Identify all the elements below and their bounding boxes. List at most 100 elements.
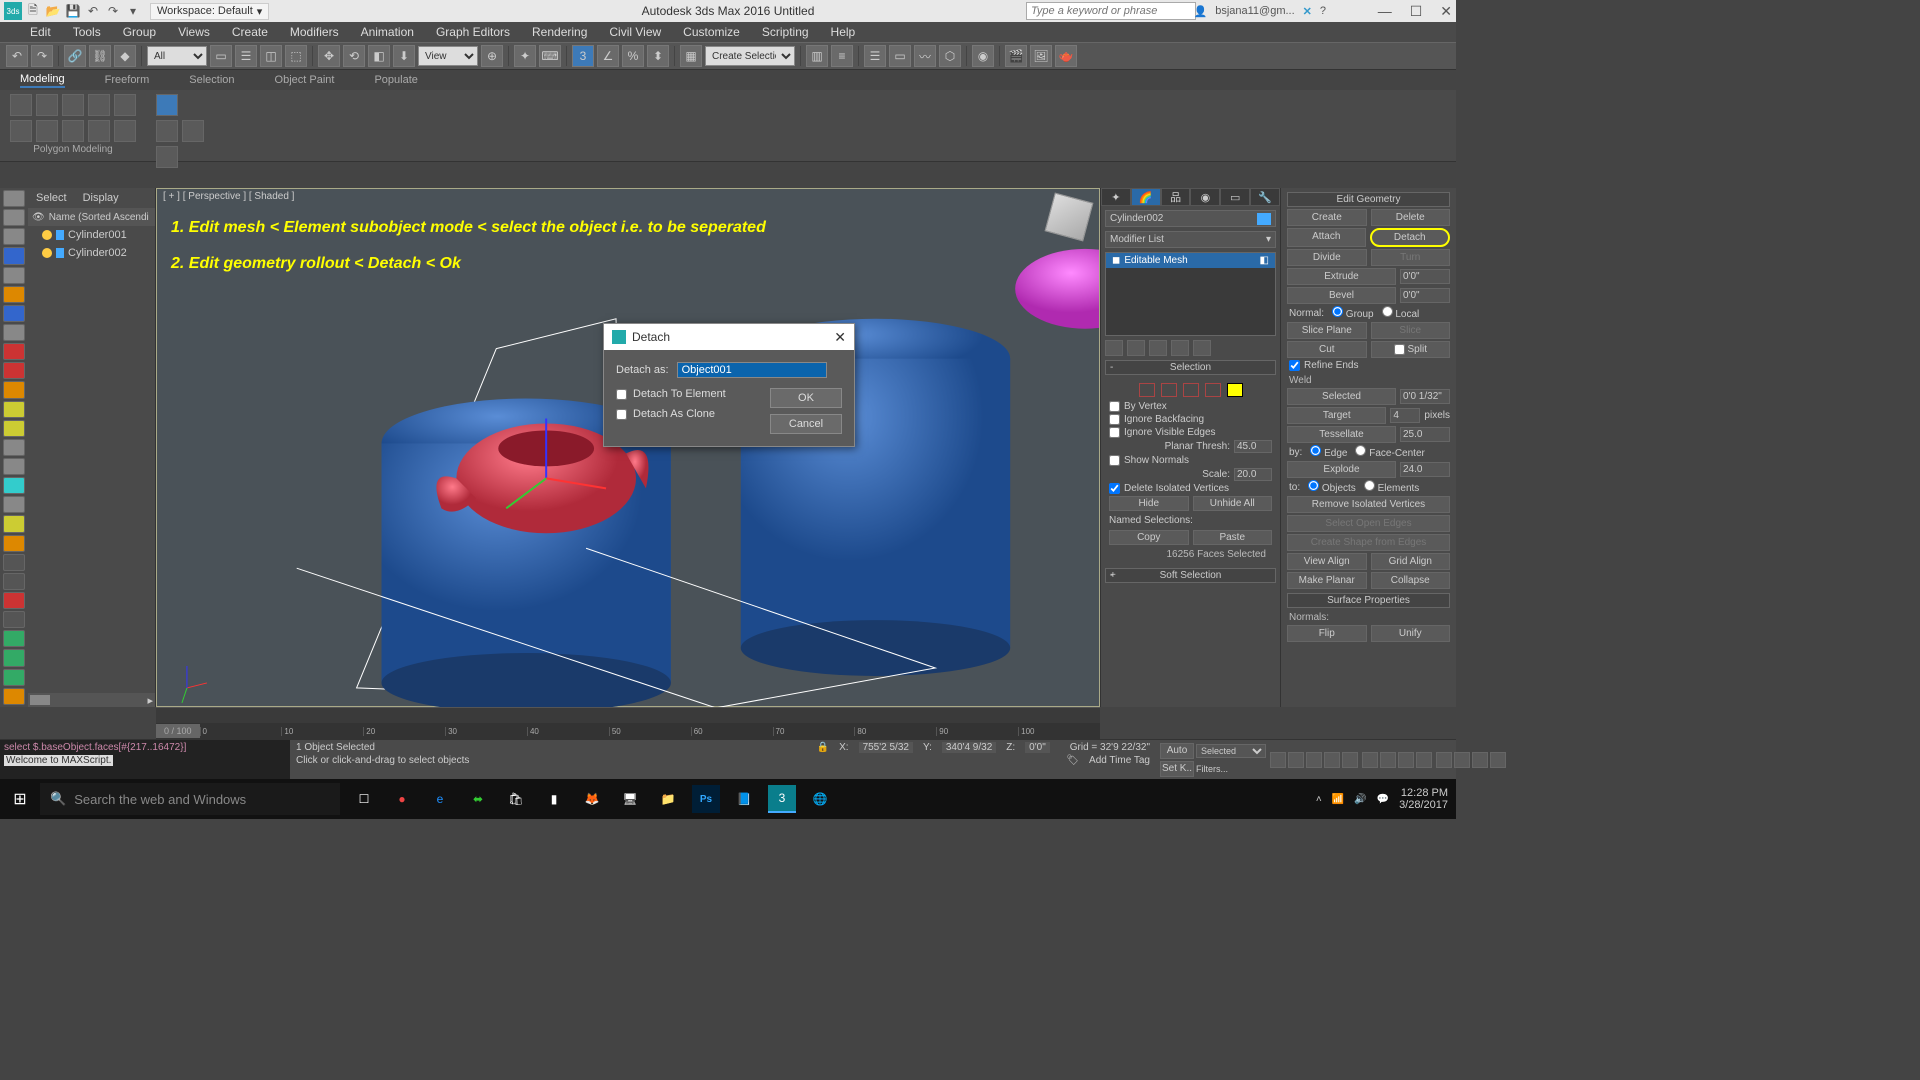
- terminal-icon[interactable]: ▮: [540, 785, 568, 813]
- tool-icon[interactable]: [3, 267, 25, 284]
- unhide-button[interactable]: Unhide All: [1193, 496, 1273, 511]
- menu-create[interactable]: Create: [232, 25, 268, 39]
- edge-icon[interactable]: e: [426, 785, 454, 813]
- align-icon[interactable]: ≡: [831, 45, 853, 67]
- copy-button[interactable]: Copy: [1109, 530, 1189, 545]
- goto-end-icon[interactable]: [1342, 752, 1358, 768]
- toggle-ribbon-icon[interactable]: ▭: [889, 45, 911, 67]
- modifier-list-dropdown[interactable]: Modifier List▾: [1105, 231, 1276, 248]
- explorer-icon[interactable]: 📁: [654, 785, 682, 813]
- se-menu-select[interactable]: Select: [36, 192, 67, 204]
- modify-tab-icon[interactable]: 🌈: [1131, 188, 1161, 206]
- configure-icon[interactable]: [1193, 340, 1211, 356]
- percent-snap-icon[interactable]: %: [622, 45, 644, 67]
- motion-tab-icon[interactable]: ◉: [1190, 188, 1220, 206]
- pivot-icon[interactable]: ⊕: [481, 45, 503, 67]
- taskbar-search[interactable]: 🔍 Search the web and Windows: [40, 783, 340, 815]
- normal-local-radio[interactable]: Local: [1382, 306, 1420, 320]
- coord-x[interactable]: 755'2 5/32: [859, 742, 913, 753]
- visibility-icon[interactable]: [42, 230, 52, 240]
- create-tab-icon[interactable]: ✦: [1101, 188, 1131, 206]
- menu-customize[interactable]: Customize: [683, 25, 740, 39]
- make-unique-icon[interactable]: [1149, 340, 1167, 356]
- window-crossing-icon[interactable]: ⬚: [285, 45, 307, 67]
- se-menu-display[interactable]: Display: [83, 192, 119, 204]
- face-mode-icon[interactable]: [1183, 383, 1199, 397]
- tab-modeling[interactable]: Modeling: [20, 73, 65, 88]
- key-filter-combo[interactable]: Selected: [1196, 744, 1266, 758]
- user-name[interactable]: bsjana11@gm...: [1215, 5, 1294, 17]
- explode-spinner[interactable]: [1400, 462, 1450, 477]
- next-frame-icon[interactable]: [1324, 752, 1340, 768]
- auto-key-button[interactable]: Auto: [1160, 743, 1194, 759]
- menu-civilview[interactable]: Civil View: [609, 25, 661, 39]
- render-icon[interactable]: 🫖: [1055, 45, 1077, 67]
- tool-icon[interactable]: [3, 439, 25, 456]
- ribbon-small-1[interactable]: [156, 120, 178, 142]
- split-checkbox[interactable]: Split: [1371, 341, 1451, 358]
- delete-button[interactable]: Delete: [1371, 209, 1451, 226]
- grid-align-button[interactable]: Grid Align: [1371, 553, 1451, 570]
- select-name-icon[interactable]: ☰: [235, 45, 257, 67]
- tool-icon[interactable]: [3, 688, 25, 705]
- menu-scripting[interactable]: Scripting: [762, 25, 809, 39]
- exchange-icon[interactable]: ✕: [1303, 5, 1312, 18]
- rollout-selection[interactable]: Selection: [1105, 360, 1276, 375]
- max-logo-icon[interactable]: 3ds: [4, 2, 22, 20]
- nav-icon[interactable]: [1472, 752, 1488, 768]
- pin-stack-icon[interactable]: [1105, 340, 1123, 356]
- tray-up-icon[interactable]: ˄: [1316, 794, 1322, 805]
- store-icon[interactable]: 🛍: [502, 785, 530, 813]
- ribbon-btn-5[interactable]: [114, 120, 136, 142]
- menu-rendering[interactable]: Rendering: [532, 25, 587, 39]
- object-name-field[interactable]: Cylinder002: [1105, 210, 1276, 227]
- subobj-poly-icon[interactable]: [88, 94, 110, 116]
- coord-y[interactable]: 340'4 9/32: [942, 742, 996, 753]
- tool-icon[interactable]: [3, 573, 25, 590]
- save-icon[interactable]: 💾: [64, 2, 82, 20]
- schematic-icon[interactable]: ⬡: [939, 45, 961, 67]
- mirror-icon[interactable]: ▥: [806, 45, 828, 67]
- tool-icon[interactable]: [3, 401, 25, 418]
- ribbon-btn-2[interactable]: [36, 120, 58, 142]
- help-search-input[interactable]: [1026, 2, 1196, 20]
- chrome-icon[interactable]: 🌐: [806, 785, 834, 813]
- slice-plane-button[interactable]: Slice Plane: [1287, 322, 1367, 339]
- tab-freeform[interactable]: Freeform: [105, 74, 150, 86]
- se-column-header[interactable]: 👁 Name (Sorted Ascendi: [28, 208, 155, 226]
- system-clock[interactable]: 12:28 PM 3/28/2017: [1399, 787, 1448, 811]
- cut-button[interactable]: Cut: [1287, 341, 1367, 358]
- keyboard-icon[interactable]: ⌨: [539, 45, 561, 67]
- edit-geometry-header[interactable]: Edit Geometry: [1287, 192, 1450, 207]
- help-search[interactable]: [1026, 2, 1196, 20]
- task-view-icon[interactable]: ☐: [350, 785, 378, 813]
- rotate-icon[interactable]: ⟲: [343, 45, 365, 67]
- nav-icon[interactable]: [1454, 752, 1470, 768]
- view-align-button[interactable]: View Align: [1287, 553, 1367, 570]
- project-icon[interactable]: ▾: [124, 2, 142, 20]
- undo-icon[interactable]: ↶: [6, 45, 28, 67]
- nav-icon[interactable]: [1436, 752, 1452, 768]
- tool-icon[interactable]: [3, 286, 25, 303]
- menu-group[interactable]: Group: [123, 25, 156, 39]
- firefox-icon[interactable]: 🦊: [578, 785, 606, 813]
- stack-item-toggle-icon[interactable]: ◧: [1260, 255, 1269, 266]
- dialog-close-button[interactable]: ✕: [834, 329, 846, 346]
- utilities-tab-icon[interactable]: 🔧: [1250, 188, 1280, 206]
- scale-icon[interactable]: ◧: [368, 45, 390, 67]
- start-button[interactable]: ⊞: [0, 779, 40, 819]
- menu-edit[interactable]: Edit: [30, 25, 51, 39]
- scale-spinner[interactable]: [1234, 468, 1272, 481]
- tool-icon[interactable]: [3, 669, 25, 686]
- subobj-element-icon[interactable]: [114, 94, 136, 116]
- hierarchy-tab-icon[interactable]: 品: [1161, 188, 1191, 206]
- detach-as-clone-checkbox[interactable]: Detach As Clone: [616, 408, 726, 420]
- unlink-icon[interactable]: ⛓: [89, 45, 111, 67]
- snap-icon[interactable]: 3: [572, 45, 594, 67]
- photoshop-icon[interactable]: Ps: [692, 785, 720, 813]
- stack-item-editable-mesh[interactable]: ◼Editable Mesh◧: [1106, 253, 1275, 268]
- close-button[interactable]: ✕: [1440, 3, 1452, 20]
- menu-help[interactable]: Help: [831, 25, 856, 39]
- tray-action-center-icon[interactable]: 💬: [1377, 794, 1389, 805]
- 3dsmax-icon[interactable]: 3: [768, 785, 796, 813]
